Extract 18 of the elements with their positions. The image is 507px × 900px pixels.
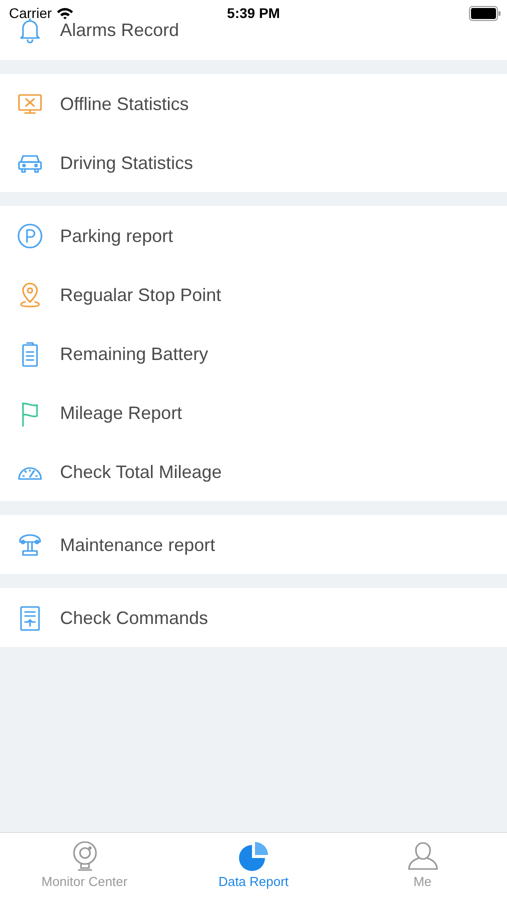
battery-status-icon (469, 6, 501, 20)
person-icon (406, 840, 438, 872)
menu-item[interactable]: Parking report (60, 226, 174, 244)
menu-item[interactable]: Remaining Battery (60, 344, 208, 362)
menu-item[interactable]: Offline Statistics (60, 94, 189, 112)
menu-item[interactable]: Alarms Record (60, 21, 180, 39)
parking-icon (16, 222, 44, 250)
carrier-name: Carrier (9, 5, 52, 21)
menu-item[interactable]: Maintenance report (60, 536, 216, 554)
status-time: 5:39 PM (226, 5, 281, 21)
wifi-icon (56, 6, 74, 20)
menu-item[interactable]: Check Commands (60, 608, 208, 626)
menu-item[interactable]: Check Total Mileage (60, 462, 222, 480)
menu-item[interactable]: Mileage Report (60, 404, 182, 422)
tab[interactable]: Data Report (169, 833, 338, 900)
pie-chart-icon (238, 840, 270, 872)
menu-item[interactable]: Driving Statistics (60, 154, 194, 172)
menu-item[interactable]: Regualar Stop Point (60, 286, 222, 304)
